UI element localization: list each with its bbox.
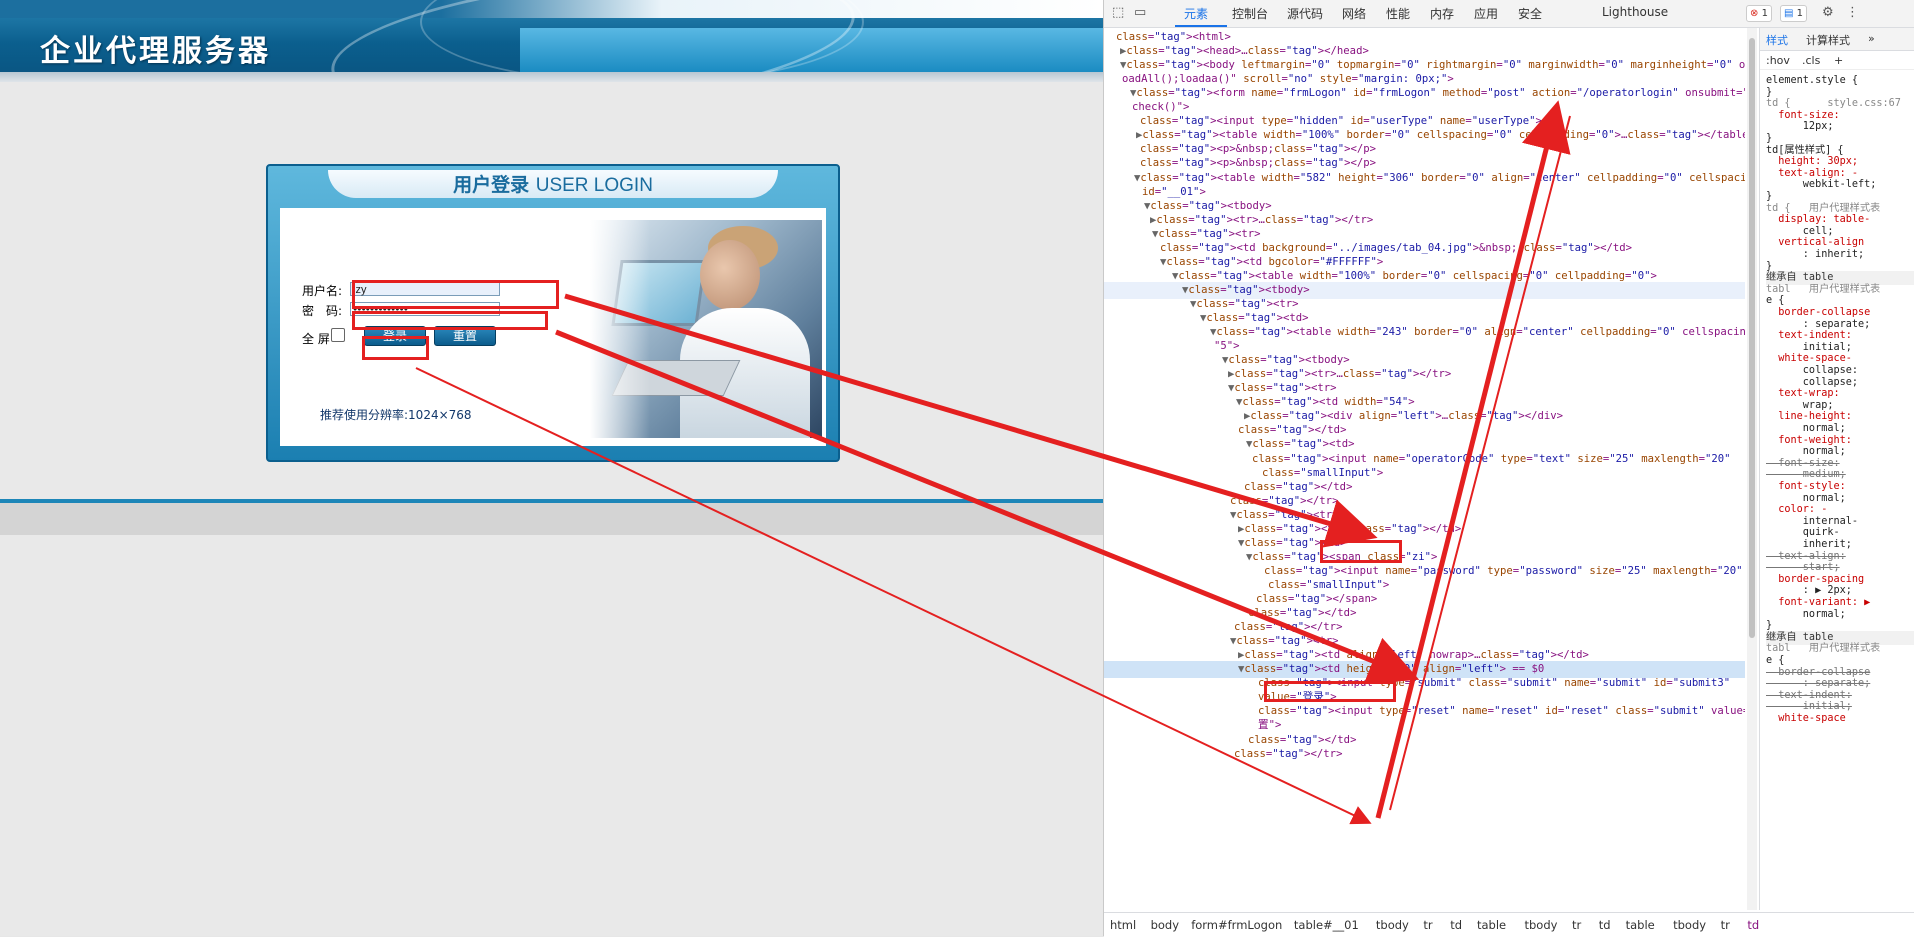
devtools-panel: ⬚ ▭ 元素 控制台 源代码 网络 性能 内存 应用 安全 Lighthouse… xyxy=(1103,0,1914,937)
message-count: 1 xyxy=(1796,8,1804,19)
breadcrumb-item[interactable]: td xyxy=(1599,913,1611,937)
site-logo: 企业代理服务器 xyxy=(40,34,271,69)
head-shape xyxy=(700,240,760,310)
footer-strip xyxy=(0,499,1103,535)
tab-memory[interactable]: 内存 xyxy=(1430,5,1454,22)
error-count: 1 xyxy=(1761,8,1768,19)
dom-scrollbar[interactable] xyxy=(1747,28,1757,910)
woman-at-computer-photo xyxy=(590,220,822,438)
password-highlight-box xyxy=(352,311,548,330)
error-badge[interactable]: ⊗ 1 xyxy=(1746,5,1772,22)
banner-divider xyxy=(0,72,1103,82)
more-icon[interactable]: ⋮ xyxy=(1846,5,1859,20)
tab-console[interactable]: 控制台 xyxy=(1232,5,1268,22)
inspect-icon[interactable]: ⬚ xyxy=(1112,5,1124,20)
styles-tabs: 样式 计算样式 » xyxy=(1760,28,1914,51)
new-style-rule-icon[interactable]: + xyxy=(1834,54,1843,67)
login-button-highlight-box xyxy=(362,336,429,360)
dom-scroll-thumb[interactable] xyxy=(1749,38,1755,638)
tab-styles[interactable]: 样式 xyxy=(1766,32,1788,48)
message-badge[interactable]: ▤ 1 xyxy=(1780,5,1808,22)
hov-button[interactable]: :hov xyxy=(1766,54,1790,67)
breadcrumb-item[interactable]: form#frmLogon xyxy=(1191,913,1282,937)
tab-lighthouse[interactable]: Lighthouse xyxy=(1602,5,1668,19)
cls-button[interactable]: .cls xyxy=(1802,54,1820,67)
tab-network[interactable]: 网络 xyxy=(1342,5,1366,22)
breadcrumb-item[interactable]: body xyxy=(1151,913,1179,937)
login-title-en: USER LOGIN xyxy=(535,175,653,196)
message-icon: ▤ xyxy=(1784,8,1794,19)
login-page: 企业代理服务器 用户登录 USER LOGIN 用户名: lzy 密 码: ●●… xyxy=(0,0,1103,936)
style-rule-line: white-space xyxy=(1766,713,1846,724)
breadcrumb-item[interactable]: table#__01 xyxy=(1294,913,1359,937)
tab-computed[interactable]: 计算样式 xyxy=(1806,32,1850,48)
operatorcode-highlight-box xyxy=(1320,540,1402,563)
device-toolbar-icon[interactable]: ▭ xyxy=(1134,5,1146,20)
tab-performance[interactable]: 性能 xyxy=(1386,5,1410,22)
breadcrumb: html body form#frmLogon table#__01 tbody tr td… xyxy=(1104,912,1914,937)
breadcrumb-item[interactable]: html xyxy=(1110,913,1136,937)
breadcrumb-item[interactable]: tr xyxy=(1423,913,1432,937)
tab-security[interactable]: 安全 xyxy=(1518,5,1542,22)
breadcrumb-item[interactable]: table xyxy=(1477,913,1506,937)
breadcrumb-item[interactable]: tbody xyxy=(1673,913,1706,937)
breadcrumb-item[interactable]: td xyxy=(1450,913,1462,937)
resolution-recommendation: 推荐使用分辨率:1024×768 xyxy=(320,408,472,422)
breadcrumb-item[interactable]: tbody xyxy=(1525,913,1558,937)
dom-node-line[interactable]: class="tag"></tr> xyxy=(1104,746,1745,763)
styles-pane: 样式 计算样式 » :hov .cls + element.style {} td… xyxy=(1759,28,1914,910)
password-attr-highlight-box xyxy=(1264,681,1396,702)
breadcrumb-item[interactable]: td xyxy=(1747,913,1759,937)
password-label: 密 码: xyxy=(302,304,343,318)
breadcrumb-item[interactable]: tbody xyxy=(1376,913,1409,937)
fullscreen-label: 全 屏 xyxy=(302,332,330,346)
fullscreen-checkbox[interactable] xyxy=(331,328,345,342)
breadcrumb-item[interactable]: tr xyxy=(1572,913,1581,937)
login-title: 用户登录 USER LOGIN xyxy=(453,174,653,196)
breadcrumb-item[interactable]: table xyxy=(1626,913,1655,937)
login-header: 用户登录 USER LOGIN xyxy=(328,170,778,198)
tab-elements[interactable]: 元素 xyxy=(1184,5,1208,22)
username-highlight-box xyxy=(352,280,559,309)
banner-swirl-2 xyxy=(420,0,864,72)
username-label: 用户名: xyxy=(302,284,343,298)
tab-application[interactable]: 应用 xyxy=(1474,5,1498,22)
toggle-sidebar-icon[interactable]: » xyxy=(1868,32,1875,45)
settings-icon[interactable]: ⚙ xyxy=(1822,5,1834,20)
error-icon: ⊗ xyxy=(1750,8,1759,19)
styles-filter-bar: :hov .cls + xyxy=(1760,51,1914,70)
active-tab-indicator xyxy=(1175,25,1227,27)
dom-tree[interactable]: class="tag"><html> ▶class="tag"><head>…cl… xyxy=(1104,28,1745,910)
login-title-cn: 用户登录 xyxy=(453,174,530,196)
header-banner: 企业代理服务器 xyxy=(0,0,1103,72)
breadcrumb-item[interactable]: tr xyxy=(1721,913,1730,937)
devtools-toolbar: ⬚ ▭ 元素 控制台 源代码 网络 性能 内存 应用 安全 Lighthouse… xyxy=(1104,0,1914,28)
photo-fade xyxy=(590,220,650,438)
tab-sources[interactable]: 源代码 xyxy=(1287,5,1323,22)
